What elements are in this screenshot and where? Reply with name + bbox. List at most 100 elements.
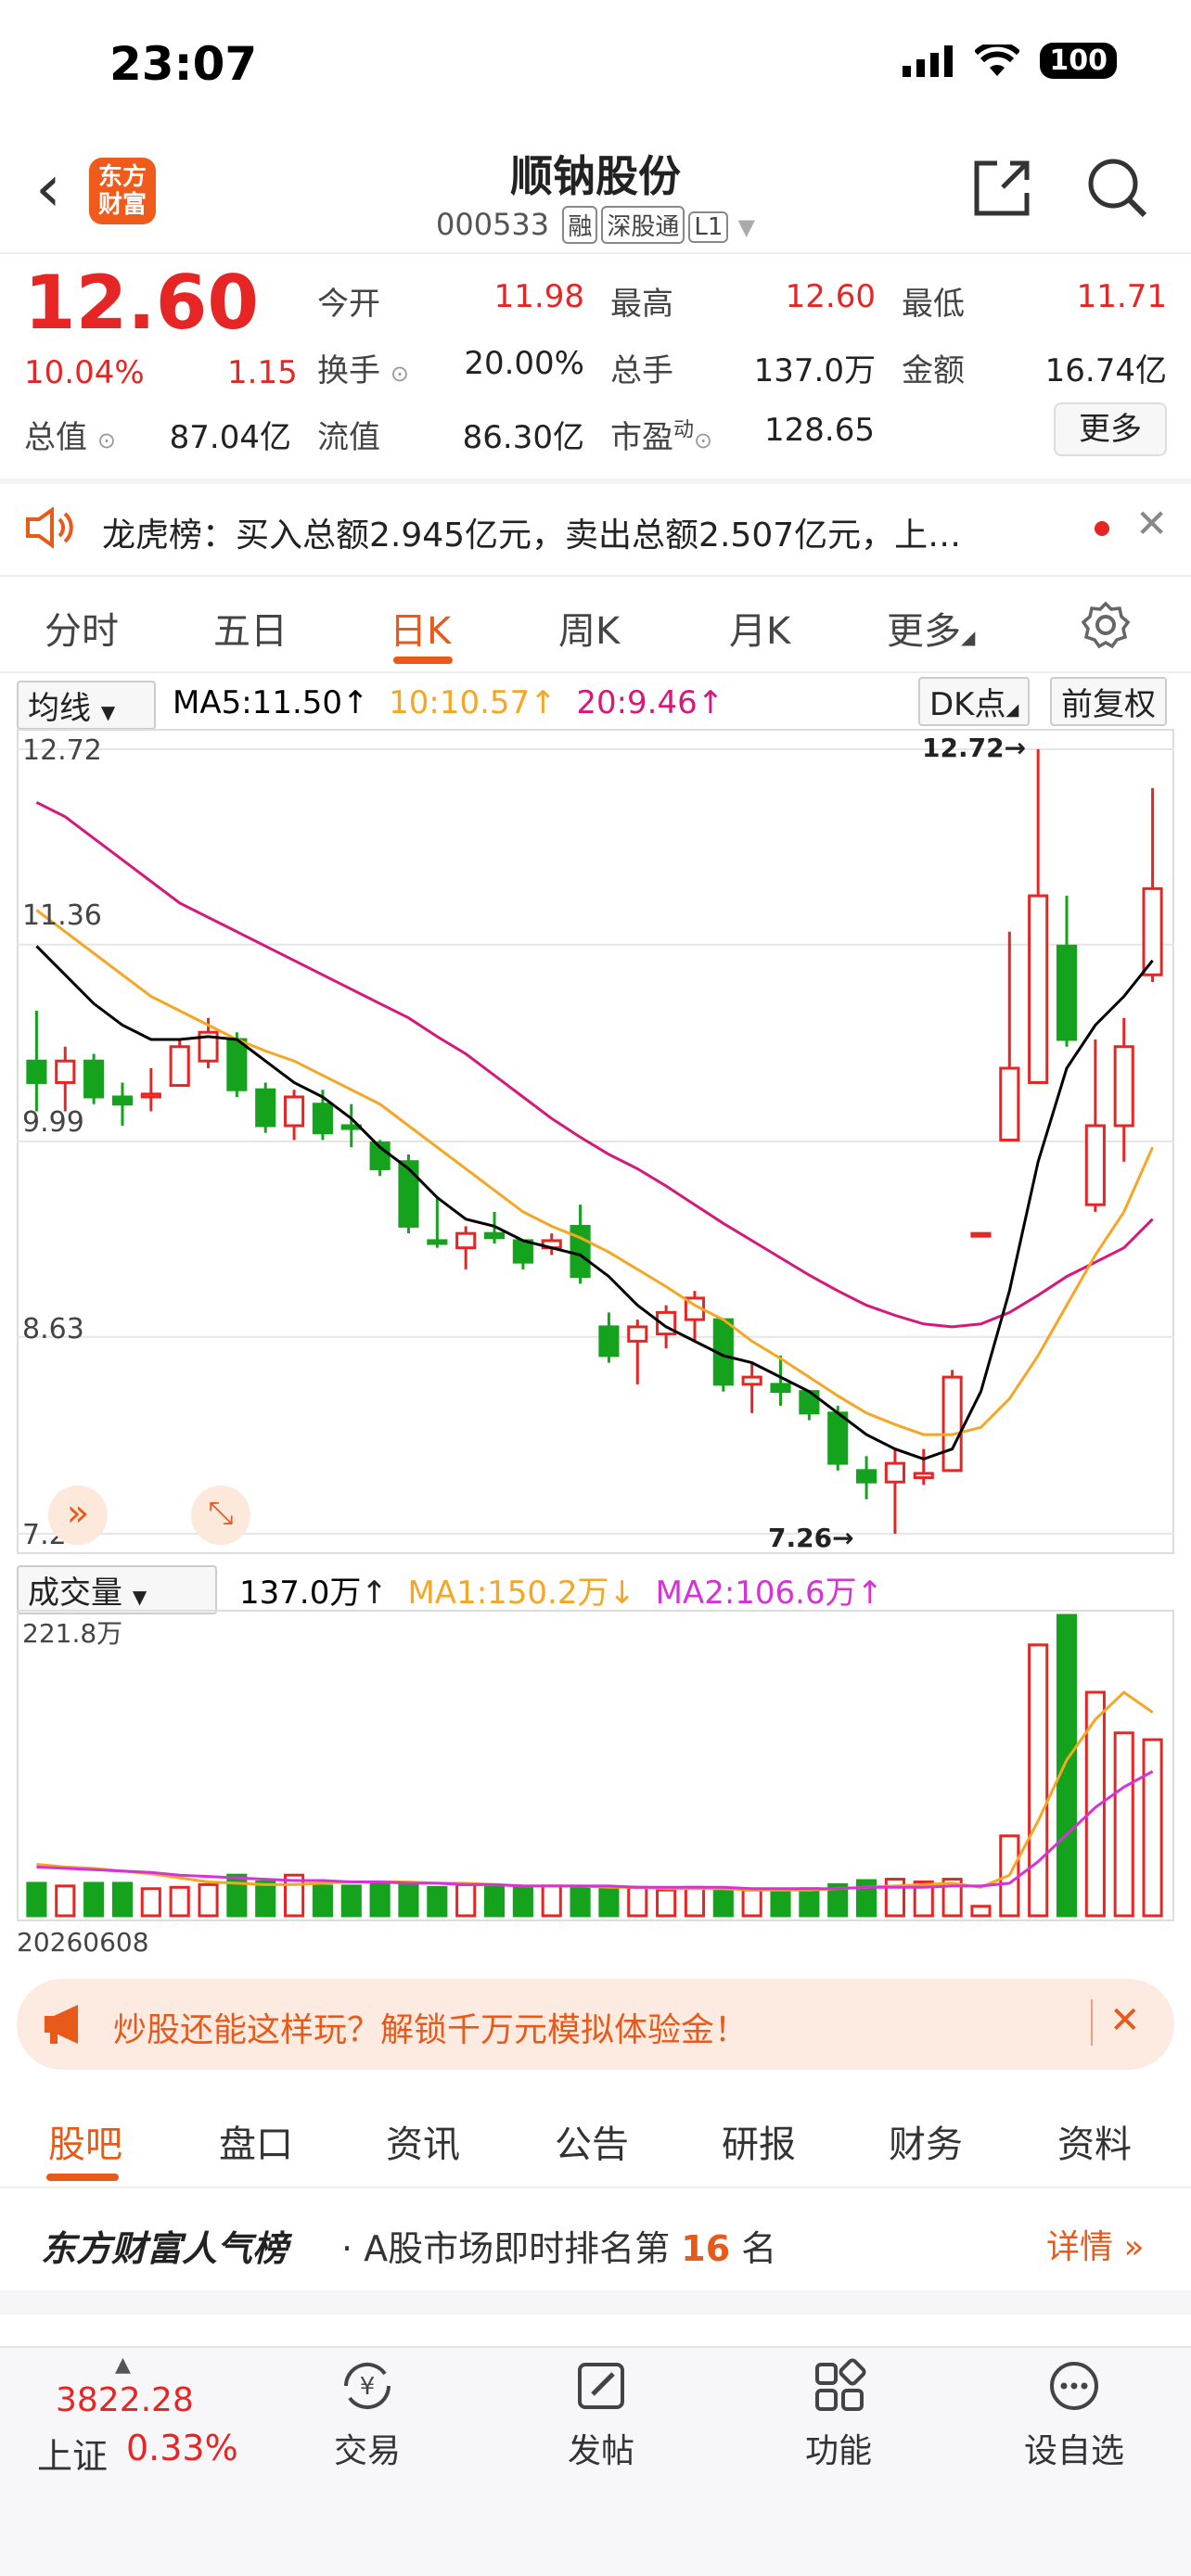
- volume-bar: [26, 1881, 47, 1918]
- volume-bar: [627, 1885, 648, 1918]
- tab-finance[interactable]: 财务: [889, 2114, 963, 2168]
- ma-dropdown-label: 均线: [28, 690, 91, 727]
- more-button[interactable]: 更多: [1054, 402, 1167, 456]
- detail-link[interactable]: 详情 »: [1046, 2220, 1144, 2268]
- candle-body: [884, 1461, 905, 1484]
- candle-body: [770, 1383, 791, 1394]
- value-float-cap: 86.30亿: [462, 419, 584, 456]
- candle-body: [140, 1092, 161, 1099]
- active-tab-indicator: [393, 657, 453, 664]
- close-icon[interactable]: ✕: [1135, 501, 1168, 546]
- volume-bar: [970, 1905, 992, 1918]
- tag-level: L1: [688, 211, 729, 243]
- candle-body: [512, 1239, 533, 1264]
- value-market-cap: 87.04亿: [169, 419, 291, 456]
- date-label: 20260608: [17, 1927, 149, 1958]
- volume-bar: [111, 1881, 134, 1918]
- nav-watchlist[interactable]: 设自选: [1009, 2355, 1139, 2472]
- dropdown-arrow-icon: ▼: [132, 1586, 147, 1608]
- y-tick-label: 12.72: [22, 734, 102, 767]
- ma20-arrow: ↑: [697, 684, 724, 721]
- dk-point-button[interactable]: DK点◢: [918, 677, 1031, 726]
- candle-body: [1084, 1124, 1106, 1206]
- divider: [0, 252, 1191, 254]
- expand-left-icon[interactable]: »: [48, 1486, 108, 1545]
- candle-body: [1113, 1045, 1134, 1128]
- svg-text:¥: ¥: [360, 2373, 376, 2401]
- tab-news[interactable]: 资讯: [386, 2114, 460, 2168]
- divider: [0, 575, 1191, 577]
- grid-icon: [815, 2358, 866, 2411]
- candle-body: [1028, 894, 1049, 1084]
- popularity-prefix: · A股市场即时排名第: [341, 2228, 671, 2269]
- value-low: 11.71: [1076, 278, 1167, 315]
- tab-more[interactable]: 更多◢: [887, 601, 975, 655]
- info-icon[interactable]: ⊙: [391, 361, 409, 387]
- tab-research[interactable]: 研报: [722, 2114, 796, 2168]
- tab-monthly-k[interactable]: 月K: [729, 601, 790, 655]
- value-open: 11.98: [493, 278, 584, 315]
- expand-up-icon[interactable]: ▲: [115, 2353, 131, 2377]
- fullscreen-icon[interactable]: ⤡: [191, 1486, 250, 1545]
- info-icon[interactable]: ⊙: [694, 427, 712, 453]
- close-icon[interactable]: ✕: [1109, 1999, 1141, 2042]
- label-high: 最高: [610, 286, 673, 323]
- settings-icon[interactable]: [1082, 601, 1130, 649]
- tab-announcements[interactable]: 公告: [555, 2114, 629, 2168]
- ma5-value: MA5:11.50: [173, 684, 343, 721]
- search-icon[interactable]: [1085, 156, 1150, 221]
- tab-intraday[interactable]: 分时: [45, 601, 119, 655]
- dragon-tiger-text[interactable]: 龙虎榜：买入总额2.945亿元，卖出总额2.507亿元，上…: [102, 508, 1030, 556]
- status-time: 23:07: [109, 37, 258, 91]
- label-market-cap-text: 总值: [24, 419, 87, 456]
- candle-body: [1056, 944, 1078, 1041]
- index-value[interactable]: 3822.28: [56, 2381, 194, 2419]
- tab-orderbook[interactable]: 盘口: [219, 2114, 293, 2168]
- label-float-cap: 流值: [317, 419, 380, 456]
- tab-more-label: 更多: [887, 610, 961, 653]
- ma5-arrow: ↑: [342, 684, 369, 721]
- index-name[interactable]: 上证: [37, 2428, 108, 2479]
- nav-functions[interactable]: 功能: [774, 2355, 903, 2472]
- popularity-text: · A股市场即时排名第 16 名: [341, 2220, 776, 2271]
- speaker-icon: [26, 506, 73, 549]
- tab-weekly-k[interactable]: 周K: [558, 601, 620, 655]
- candle-body: [55, 1059, 76, 1084]
- volume-bar: [55, 1884, 76, 1918]
- label-market-cap: 总值 ⊙: [24, 412, 116, 457]
- volume-dropdown[interactable]: 成交量 ▼: [17, 1565, 217, 1614]
- current-price: 12.60: [24, 260, 260, 346]
- label-open: 今开: [317, 286, 380, 323]
- volume-chart[interactable]: [17, 1610, 1174, 1921]
- volume-bar: [427, 1885, 448, 1918]
- share-icon[interactable]: [969, 156, 1034, 221]
- caret-down-icon[interactable]: ▼: [738, 214, 755, 240]
- y-tick-label: 9.99: [22, 1106, 84, 1139]
- caret-icon: ◢: [1005, 700, 1019, 720]
- adjust-button[interactable]: 前复权: [1050, 677, 1167, 726]
- volume-bar: [712, 1888, 734, 1918]
- nav-trade[interactable]: ¥ 交易: [302, 2355, 432, 2472]
- ma10-line: [35, 909, 1154, 1436]
- vol-ma2-value: MA2:106.6万: [655, 1575, 857, 1612]
- candle-body: [913, 1472, 934, 1480]
- nav-post[interactable]: 发帖: [536, 2355, 666, 2472]
- kline-chart[interactable]: [17, 729, 1174, 1554]
- volume-bar: [512, 1885, 533, 1918]
- volume-dropdown-label: 成交量: [28, 1575, 122, 1612]
- tab-daily-k[interactable]: 日K: [390, 601, 451, 655]
- volume-bar: [741, 1888, 762, 1918]
- ma-dropdown[interactable]: 均线 ▼: [17, 681, 156, 730]
- divider: [0, 2290, 1191, 2315]
- promo-text[interactable]: 炒股还能这样玩？解锁千万元模拟体验金！: [113, 2003, 748, 2051]
- volume-bar: [570, 1887, 591, 1918]
- info-icon[interactable]: ⊙: [97, 427, 116, 453]
- index-change[interactable]: 0.33%: [126, 2428, 238, 2468]
- volume-bar: [312, 1884, 333, 1918]
- tab-profile[interactable]: 资料: [1057, 2114, 1132, 2168]
- candle-body: [941, 1375, 963, 1473]
- tab-five-day[interactable]: 五日: [213, 601, 288, 655]
- volume-bar: [770, 1888, 791, 1918]
- tab-forum[interactable]: 股吧: [48, 2114, 122, 2168]
- value-pe: 128.65: [764, 412, 875, 449]
